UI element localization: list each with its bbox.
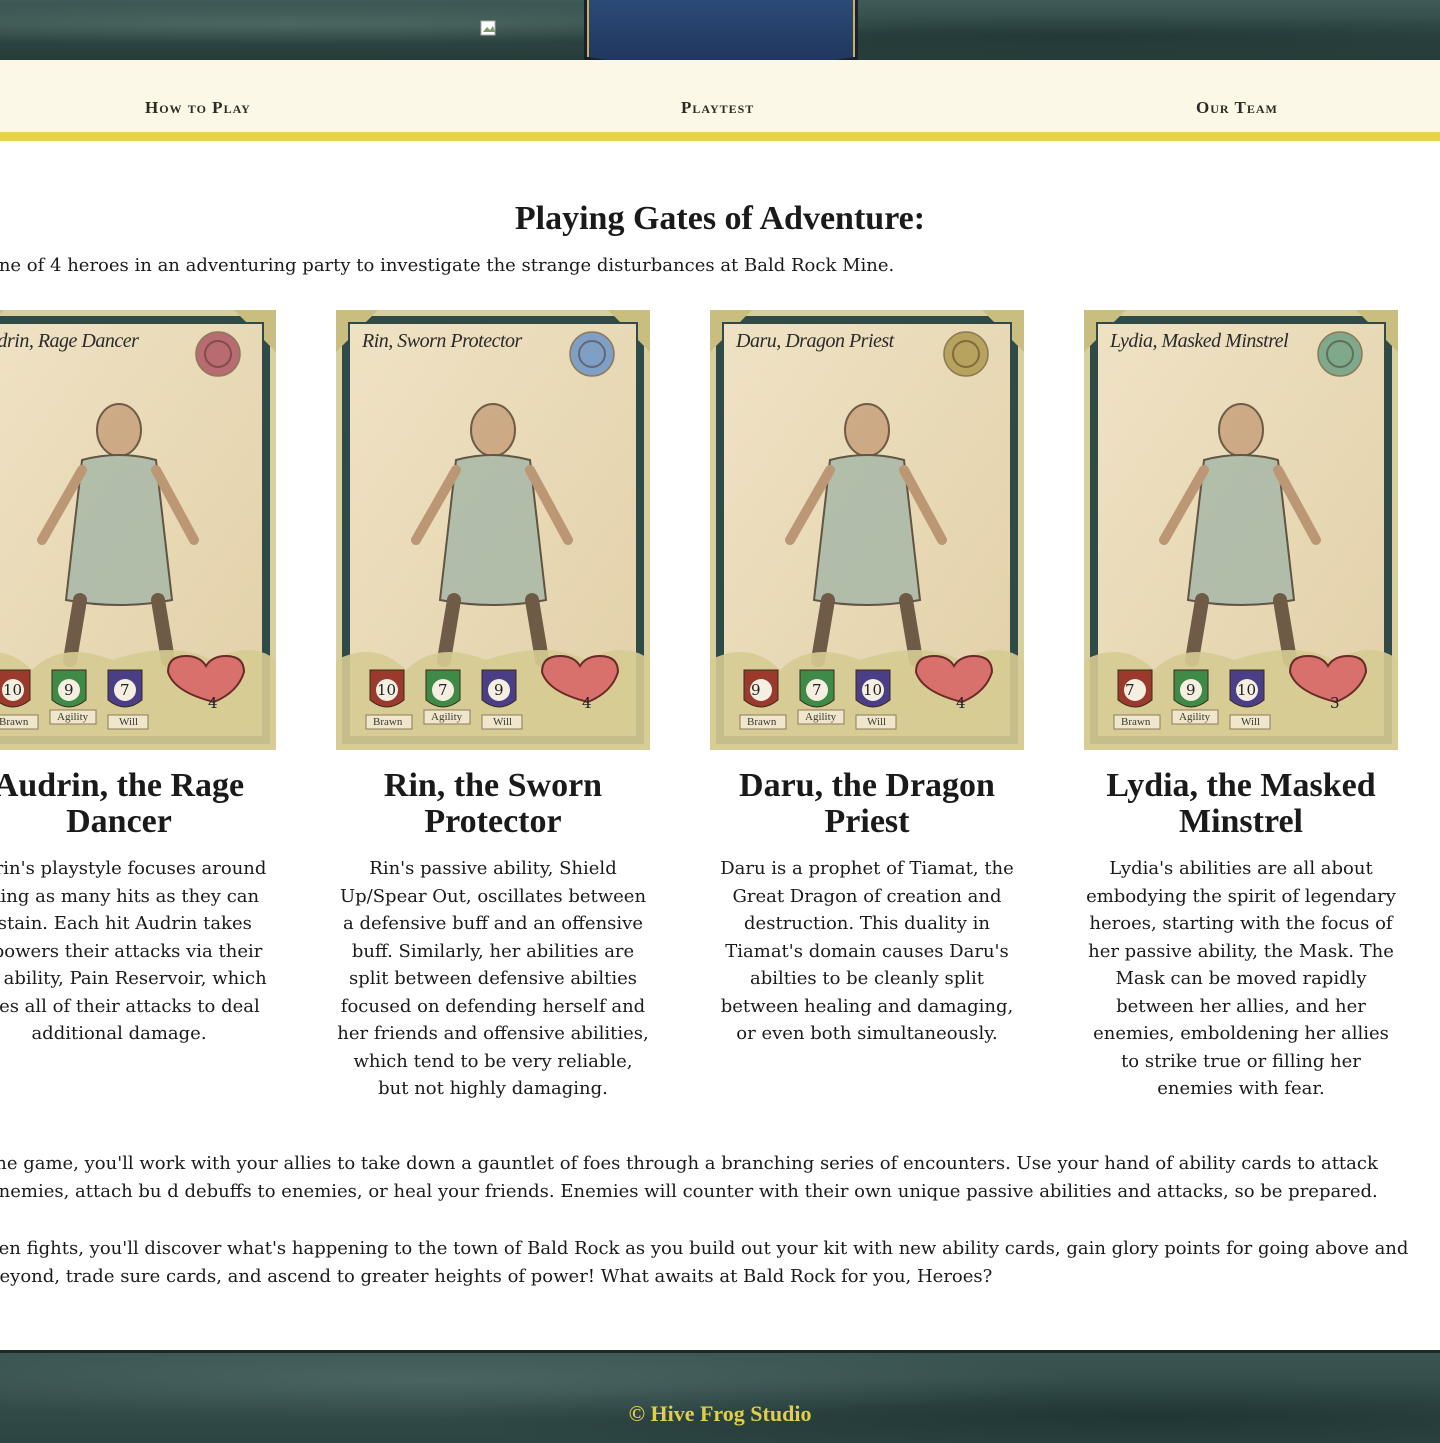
will-label: Will	[867, 716, 887, 728]
card-label: Rin, Sworn Protector	[362, 330, 522, 352]
will-value: 7	[120, 681, 130, 699]
nav-our-team[interactable]: Our Team	[1196, 98, 1278, 118]
brawn-label: Brawn	[373, 716, 403, 728]
heart-value: 4	[208, 694, 218, 712]
will-label: Will	[1241, 716, 1261, 728]
brawn-value: 10	[377, 681, 397, 699]
brawn-label: Brawn	[1121, 716, 1151, 728]
hero-description: Rin's passive ability, Shield Up/Spear O…	[337, 858, 649, 1099]
hero-card: Rin, Sworn Protector 10 7 9 4 Brawn Agil…	[336, 310, 650, 750]
hero-description: udrin's playstyle focuses around aking a…	[0, 858, 267, 1044]
agility-value: 9	[1186, 681, 1196, 699]
will-label: Will	[493, 716, 513, 728]
hero-card: Lydia, Masked Minstrel 7 9 10 3 Brawn Ag…	[1084, 310, 1398, 750]
brawn-value: 10	[3, 681, 23, 699]
heart-value: 4	[582, 694, 592, 712]
will-label: Will	[119, 716, 139, 728]
heart-value: 4	[956, 694, 966, 712]
hero-name: Lydia, the Masked Minstrel	[1106, 767, 1376, 840]
agility-label: Agility	[57, 711, 89, 723]
main-nav: How to Play Playtest Our Team	[0, 60, 1440, 141]
hero-name: Rin, the Sworn Protector	[383, 767, 603, 840]
hero-name: Audrin, the Rage Dancer	[0, 767, 245, 840]
will-value: 10	[863, 681, 883, 699]
intro-text: one of 4 heroes in an adventuring party …	[0, 255, 895, 276]
agility-label: Agility	[431, 711, 463, 723]
heart-value: 3	[1330, 694, 1340, 712]
nav-how-to-play[interactable]: How to Play	[145, 98, 251, 118]
will-value: 9	[494, 681, 504, 699]
will-value: 10	[1237, 681, 1257, 699]
footer: © Hive Frog Studio	[0, 1350, 1440, 1443]
agility-label: Agility	[1179, 711, 1211, 723]
agility-label: Agility	[805, 711, 837, 723]
gameplay-paragraph: the game, you'll work with your allies t…	[0, 1153, 1378, 1202]
agility-value: 7	[438, 681, 448, 699]
brawn-value: 7	[1125, 681, 1135, 699]
card-label: Lydia, Masked Minstrel	[1110, 330, 1289, 352]
hero-card: udrin, Rage Dancer 10 9 7 4 Brawn Agilit…	[0, 310, 276, 750]
broken-image-icon	[480, 20, 496, 36]
card-label: Daru, Dragon Priest	[736, 330, 894, 352]
agility-value: 7	[812, 681, 822, 699]
page-title: Playing Gates of Adventure:	[514, 200, 926, 237]
hero-card-frame	[0, 310, 276, 750]
nav-playtest[interactable]: Playtest	[681, 98, 754, 118]
card-label: udrin, Rage Dancer	[0, 330, 139, 352]
brawn-value: 9	[751, 681, 761, 699]
copyright-text: © Hive Frog Studio	[628, 1401, 812, 1426]
brawn-label: Brawn	[0, 716, 29, 728]
hero-card: Daru, Dragon Priest 9 7 10 4 Brawn Agili…	[710, 310, 1024, 750]
brawn-label: Brawn	[747, 716, 777, 728]
hero-description: Daru is a prophet of Tiamat, the Great D…	[720, 858, 1014, 1044]
agility-value: 9	[64, 681, 74, 699]
hero-name: Daru, the Dragon Priest	[739, 767, 995, 840]
hero-description: Lydia's abilities are all about embodyin…	[1086, 858, 1396, 1099]
progression-paragraph: een fights, you'll discover what's happe…	[0, 1238, 1409, 1287]
